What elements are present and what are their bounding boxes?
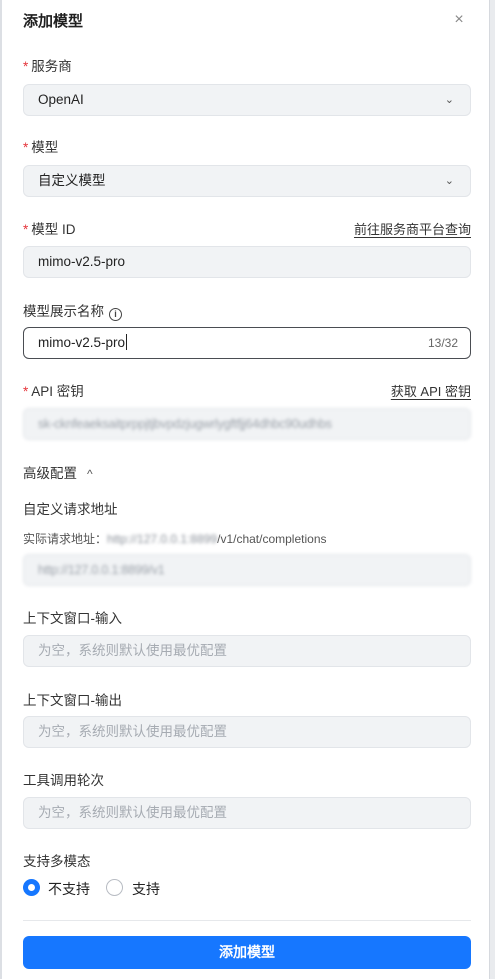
context-output-label: 上下文窗口-输出: [23, 693, 122, 708]
required-mark: *: [23, 59, 29, 74]
model-id-input[interactable]: mimo-v2.5-pro: [23, 246, 471, 278]
provider-label: * 服务商: [23, 59, 72, 74]
api-key-label: * API 密钥: [23, 384, 84, 399]
add-model-button[interactable]: 添加模型: [23, 936, 471, 969]
display-name-value: mimo-v2.5-pro: [38, 335, 126, 350]
chevron-down-icon: ⌄: [444, 175, 454, 187]
model-label: * 模型: [23, 140, 59, 155]
tool-rounds-field[interactable]: 为空，系统则默认使用最优配置: [23, 797, 471, 829]
char-counter: 13/32: [427, 336, 458, 350]
dialog-header: 添加模型 ×: [2, 0, 489, 40]
display-name-input[interactable]: mimo-v2.5-pro 13/32: [23, 327, 471, 359]
radio-supported-label[interactable]: 支持: [132, 879, 160, 899]
context-input-label: 上下文窗口-输入: [23, 611, 122, 626]
dialog-title: 添加模型: [23, 13, 84, 30]
provider-select[interactable]: OpenAI ⌄: [23, 84, 471, 116]
custom-url-input[interactable]: http://127.0.0.1:8899/v1: [23, 554, 471, 586]
close-icon[interactable]: ×: [448, 9, 470, 31]
radio-supported[interactable]: [106, 879, 123, 896]
text-cursor: [126, 334, 128, 350]
provider-platform-link[interactable]: 前往服务商平台查询: [354, 219, 471, 238]
add-model-dialog: 添加模型 × * 服务商 OpenAI ⌄ * 模型 自定义模型 ⌄ * 模型 ID …: [2, 0, 489, 979]
model-value: 自定义模型: [38, 173, 106, 188]
context-input-field[interactable]: 为空，系统则默认使用最优配置: [23, 635, 471, 667]
required-mark: *: [23, 384, 29, 399]
footer-divider: [23, 920, 471, 921]
required-mark: *: [23, 222, 29, 237]
required-mark: *: [23, 140, 29, 155]
radio-not-supported[interactable]: [23, 879, 40, 896]
display-name-label: 模型展示名称 i: [23, 300, 122, 321]
info-icon: i: [109, 308, 122, 321]
tool-rounds-label: 工具调用轮次: [23, 773, 104, 788]
chevron-up-icon: ^: [87, 467, 93, 481]
chevron-down-icon: ⌄: [444, 94, 454, 106]
provider-value: OpenAI: [38, 92, 84, 107]
actual-url-host: http://127.0.0.1:8899: [107, 532, 218, 546]
radio-not-supported-label[interactable]: 不支持: [48, 879, 90, 899]
multimodal-label: 支持多模态: [23, 854, 91, 869]
advanced-config-toggle[interactable]: 高级配置 ^: [23, 462, 93, 482]
actual-url-text: 实际请求地址：http://127.0.0.1:8899/v1/chat/com…: [23, 532, 327, 546]
custom-url-label: 自定义请求地址: [23, 502, 118, 517]
model-select[interactable]: 自定义模型 ⌄: [23, 165, 471, 197]
actual-url-path: /v1/chat/completions: [217, 532, 327, 546]
context-output-field[interactable]: 为空，系统则默认使用最优配置: [23, 716, 471, 748]
model-id-label: * 模型 ID: [23, 222, 76, 237]
get-api-key-link[interactable]: 获取 API 密钥: [391, 381, 471, 400]
scrollbar-track[interactable]: [489, 0, 495, 979]
api-key-input[interactable]: sk-cknfeaeksaitprppjtjbvpdzjugwrlygftfjj…: [23, 408, 471, 440]
